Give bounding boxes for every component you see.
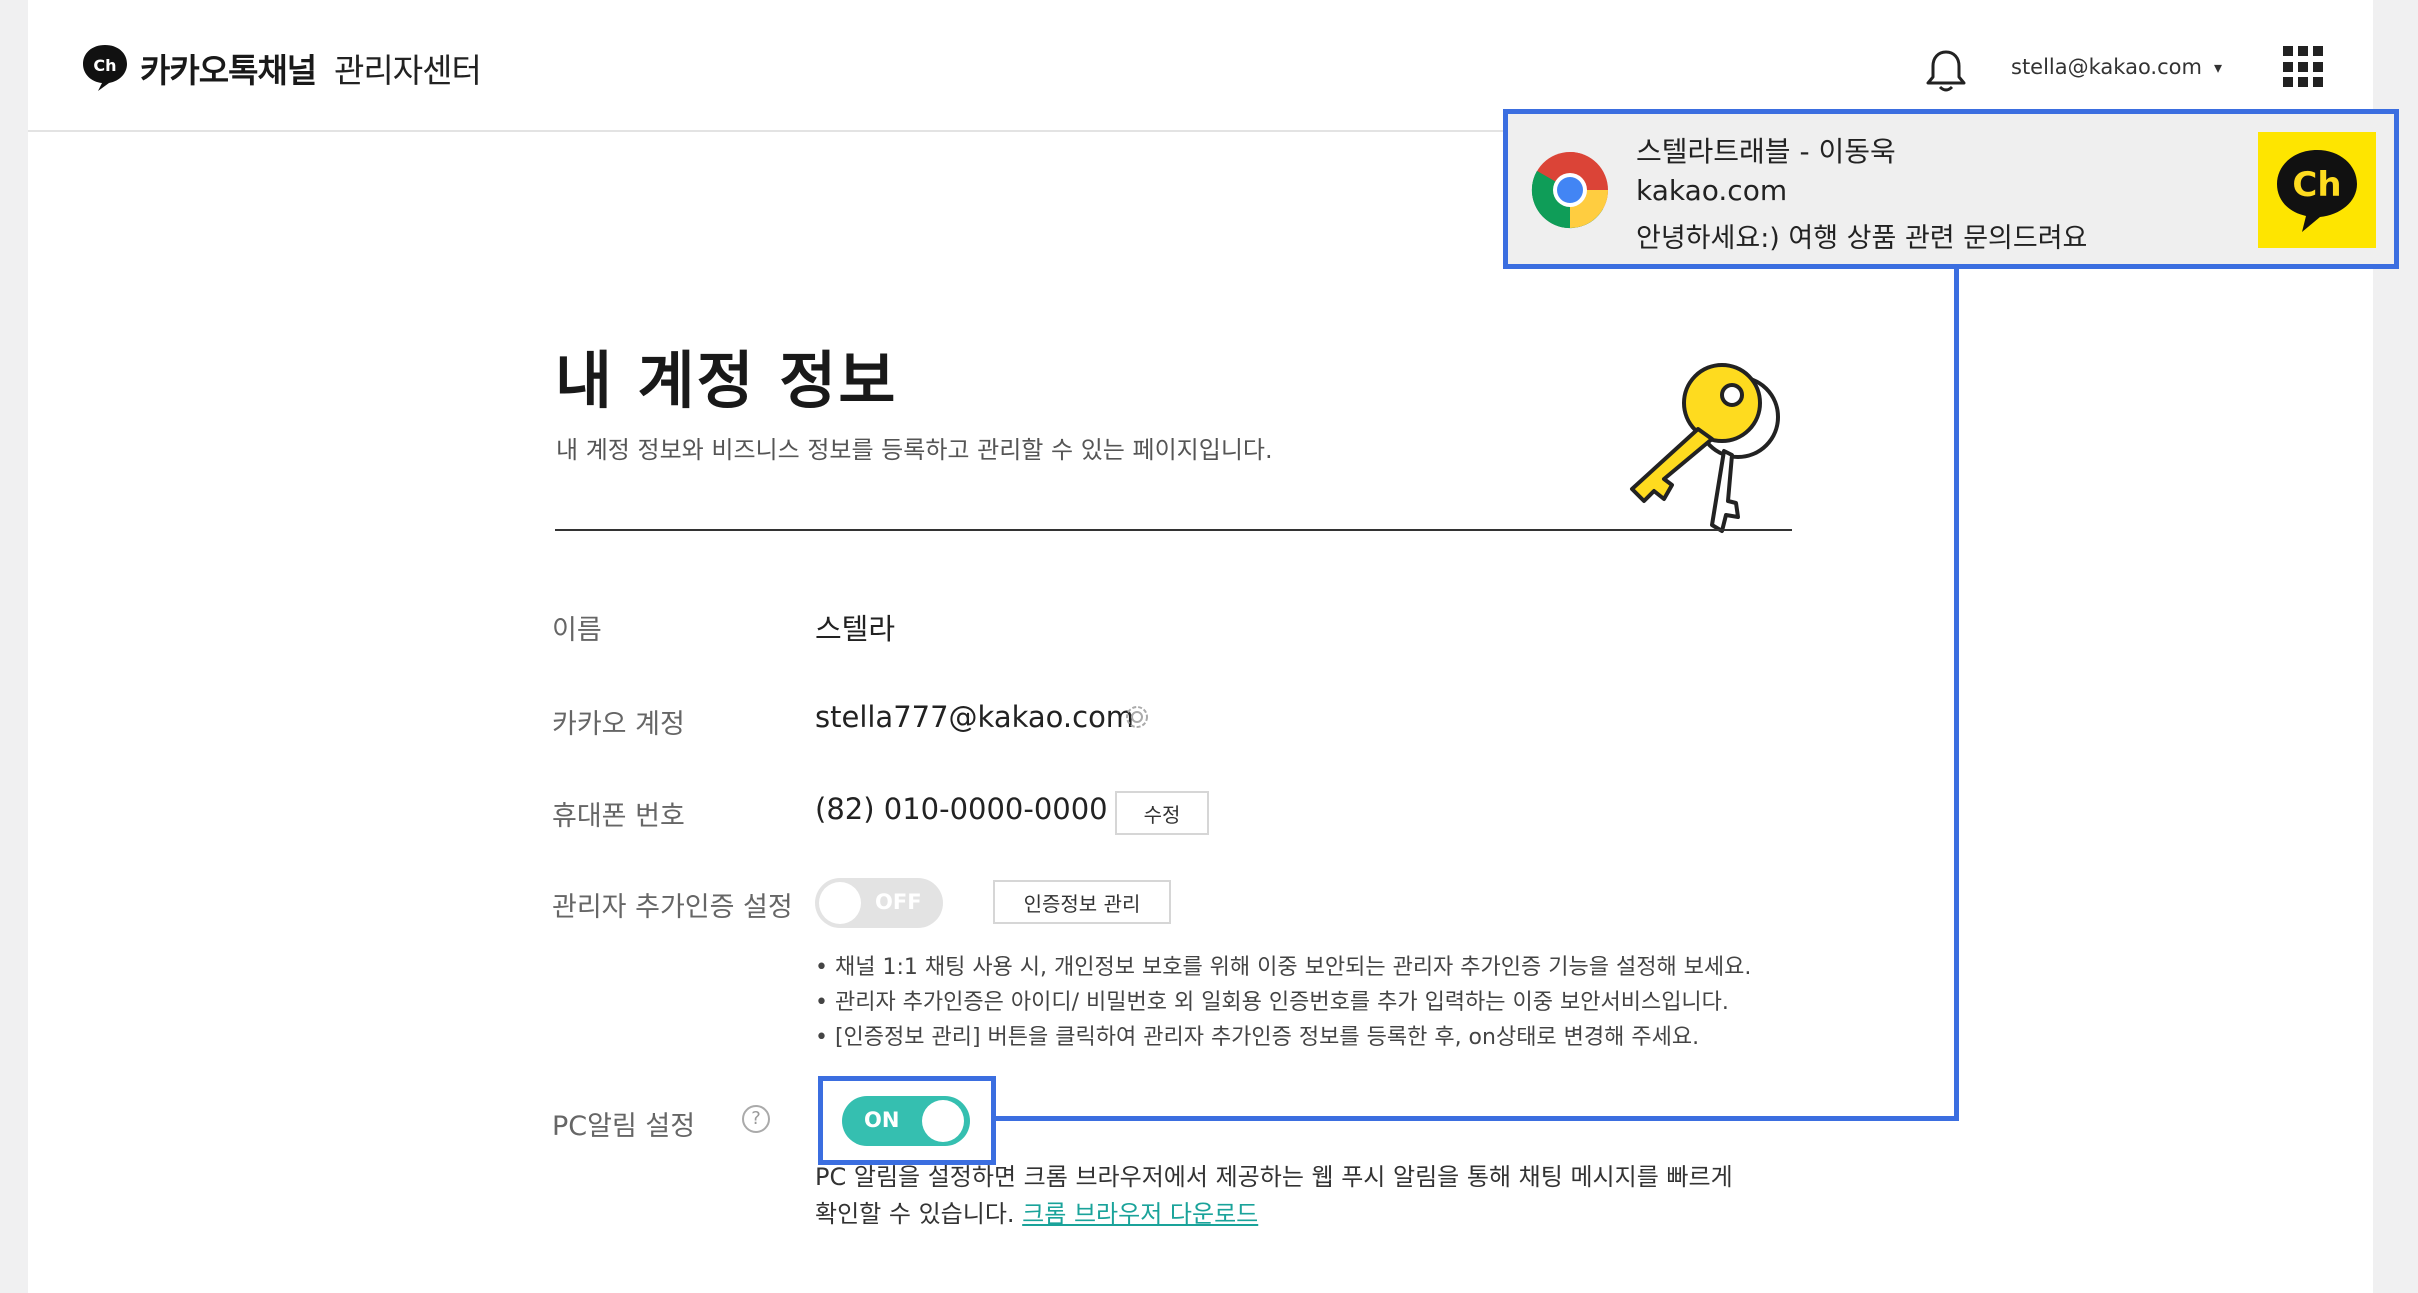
account-value: stella777@kakao.com	[815, 700, 1135, 734]
chrome-icon	[1531, 152, 1608, 229]
toggle-knob	[922, 1100, 964, 1142]
chrome-download-link[interactable]: 크롬 브라우저 다운로드	[1022, 1200, 1258, 1228]
pc-alert-label: PC알림 설정	[552, 1111, 696, 1142]
page-subtitle: 내 계정 정보와 비즈니스 정보를 등록하고 관리할 수 있는 페이지입니다.	[556, 436, 1273, 464]
kakao-channel-logo-icon[interactable]: Ch	[80, 42, 130, 92]
twofa-note: • [인증정보 관리] 버튼을 클릭하여 관리자 추가인증 정보를 등록한 후,…	[815, 1025, 1700, 1050]
user-email-menu[interactable]: stella@kakao.com	[2011, 55, 2202, 79]
toggle-state-text: OFF	[875, 890, 922, 914]
toggle-knob	[819, 882, 861, 924]
brand-subtitle[interactable]: 관리자센터	[334, 44, 482, 92]
key-illustration-icon	[1630, 363, 1780, 533]
help-icon[interactable]: ?	[742, 1105, 770, 1133]
chevron-down-icon[interactable]: ▾	[2214, 58, 2222, 77]
pc-desc-line: PC 알림을 설정하면 크롬 브라우저에서 제공하는 웹 푸시 알림을 통해 채…	[815, 1163, 1733, 1191]
phone-label: 휴대폰 번호	[552, 801, 685, 832]
twofa-note: • 채널 1:1 채팅 사용 시, 개인정보 보호를 위해 이중 보안되는 관리…	[815, 955, 1752, 980]
brand-name[interactable]: 카카오톡채널	[140, 44, 317, 92]
notification-site: kakao.com	[1636, 174, 1788, 207]
notification-title: 스텔라트래블 - 이동욱	[1636, 135, 1896, 168]
pc-desc-line-2: 확인할 수 있습니다. 크롬 브라우저 다운로드	[815, 1196, 1733, 1233]
kakao-channel-ch-icon: Ch	[2277, 150, 2357, 232]
toggle-state-text: ON	[864, 1108, 900, 1132]
phone-edit-button[interactable]: 수정	[1115, 791, 1209, 835]
kakao-channel-logo-box: Ch	[2258, 132, 2376, 248]
push-notification[interactable]: 스텔라트래블 - 이동욱 kakao.com 안녕하세요:) 여행 상품 관련 …	[1503, 109, 2399, 269]
pc-alert-description: PC 알림을 설정하면 크롬 브라우저에서 제공하는 웹 푸시 알림을 통해 채…	[815, 1159, 1733, 1233]
name-value: 스텔라	[815, 612, 896, 646]
page-title: 내 계정 정보	[555, 344, 898, 417]
pc-desc-text: 확인할 수 있습니다.	[815, 1200, 1015, 1228]
callout-connector-horizontal	[996, 1116, 1959, 1121]
twofa-label: 관리자 추가인증 설정	[552, 892, 793, 923]
phone-value: (82) 010-0000-0000	[815, 792, 1108, 826]
gear-icon[interactable]	[1122, 702, 1152, 732]
svg-text:Ch: Ch	[93, 56, 116, 75]
auth-info-manage-button[interactable]: 인증정보 관리	[993, 880, 1171, 924]
twofa-note: • 관리자 추가인증은 아이디/ 비밀번호 외 일회용 인증번호를 추가 입력하…	[815, 990, 1729, 1015]
pc-alert-toggle[interactable]: ON	[842, 1096, 970, 1146]
title-divider	[555, 529, 1792, 531]
notification-message: 안녕하세요:) 여행 상품 관련 문의드려요	[1636, 223, 2088, 254]
callout-connector-vertical	[1954, 266, 1959, 1121]
name-label: 이름	[552, 615, 602, 646]
bell-icon[interactable]	[1924, 48, 1968, 94]
svg-text:Ch: Ch	[2292, 165, 2341, 205]
account-label: 카카오 계정	[552, 709, 685, 740]
twofa-notes: • 채널 1:1 채팅 사용 시, 개인정보 보호를 위해 이중 보안되는 관리…	[815, 950, 1751, 1055]
grid-apps-icon[interactable]	[2283, 46, 2325, 88]
twofa-toggle[interactable]: OFF	[815, 878, 943, 928]
